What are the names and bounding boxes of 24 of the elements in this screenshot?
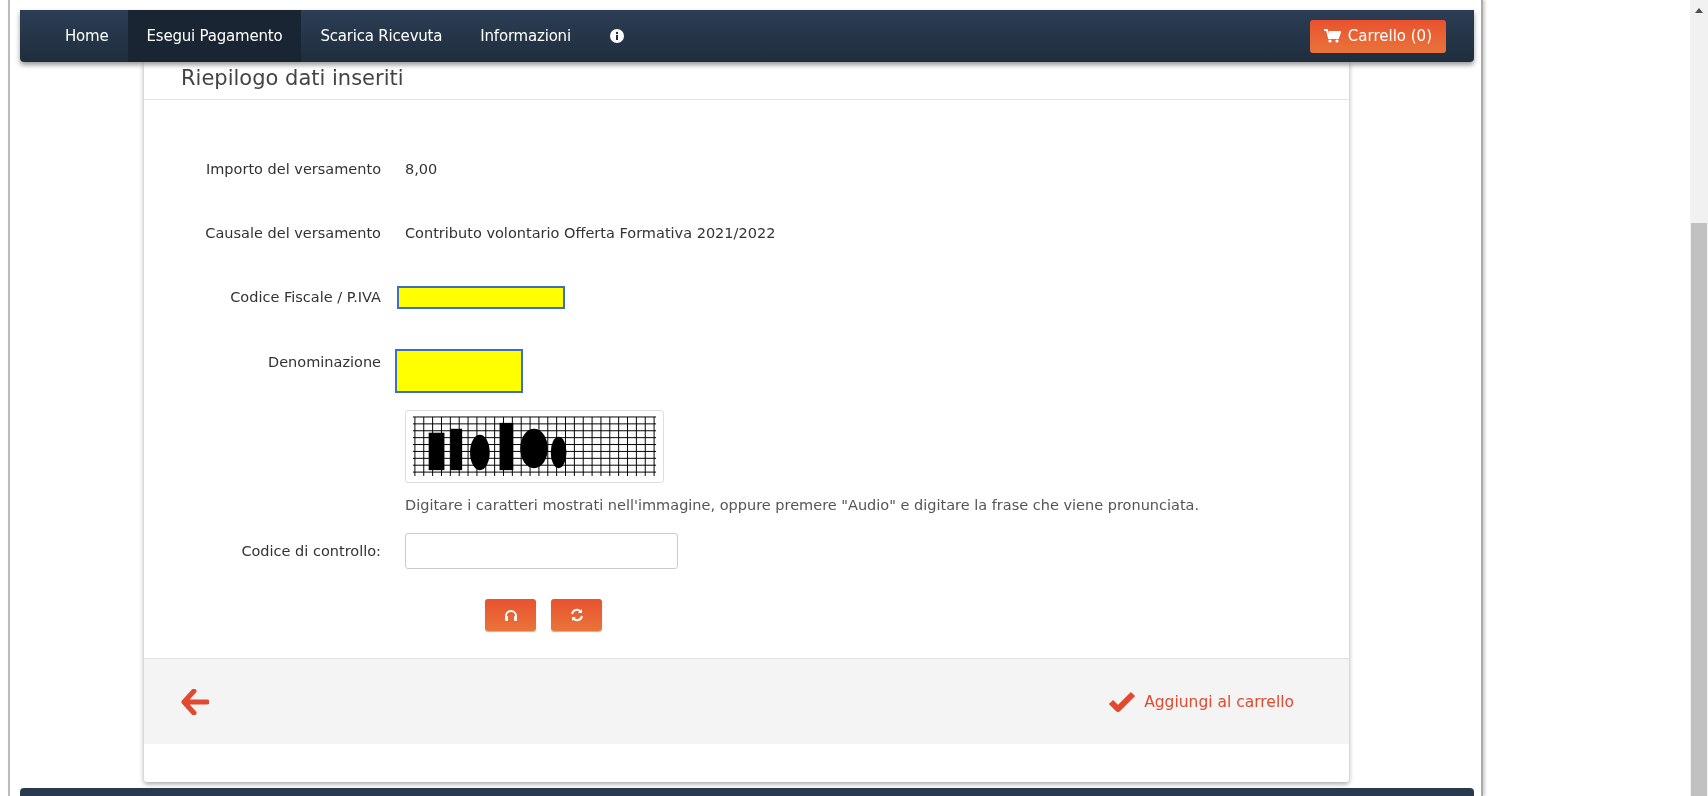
nav-tab[interactable]: Scarica Ricevuta bbox=[301, 10, 462, 62]
refresh-icon bbox=[569, 608, 584, 622]
refresh-button[interactable] bbox=[551, 599, 602, 631]
audio-button[interactable] bbox=[485, 599, 536, 631]
cart-icon bbox=[1323, 29, 1341, 43]
nav-tab[interactable]: Informazioni bbox=[461, 10, 590, 62]
checkmark-icon bbox=[1108, 690, 1137, 713]
field-label: Codice di controllo: bbox=[240, 542, 381, 561]
scrollbar[interactable] bbox=[1690, 0, 1708, 796]
card-title: Riepilogo dati inseriti bbox=[144, 62, 1349, 100]
nav-tab[interactable]: Esegui Pagamento bbox=[127, 10, 302, 62]
field-label: Denominazione bbox=[267, 353, 381, 372]
back-arrow-icon[interactable] bbox=[181, 688, 209, 715]
field-value: 8,00 bbox=[405, 160, 439, 179]
info-icon[interactable] bbox=[609, 29, 624, 43]
captcha-hint: Digitare i caratteri mostrati nell'immagine, oppure premere "Audio" e digitare la frase che viene pronunciata. bbox=[405, 496, 1200, 515]
field-label: Importo del versamento bbox=[204, 160, 381, 179]
add-to-cart-link[interactable]: Aggiungi al carrello bbox=[1108, 690, 1294, 713]
field-value: Contributo volontario Offerta Formativa 2021/2022 bbox=[405, 224, 777, 243]
headphones-icon bbox=[503, 609, 518, 621]
field-label: Codice Fiscale / P.IVA bbox=[229, 288, 381, 307]
input-field[interactable] bbox=[405, 533, 678, 569]
field-label: Causale del versamento bbox=[204, 224, 381, 243]
nav-tab[interactable]: Home bbox=[46, 10, 128, 62]
